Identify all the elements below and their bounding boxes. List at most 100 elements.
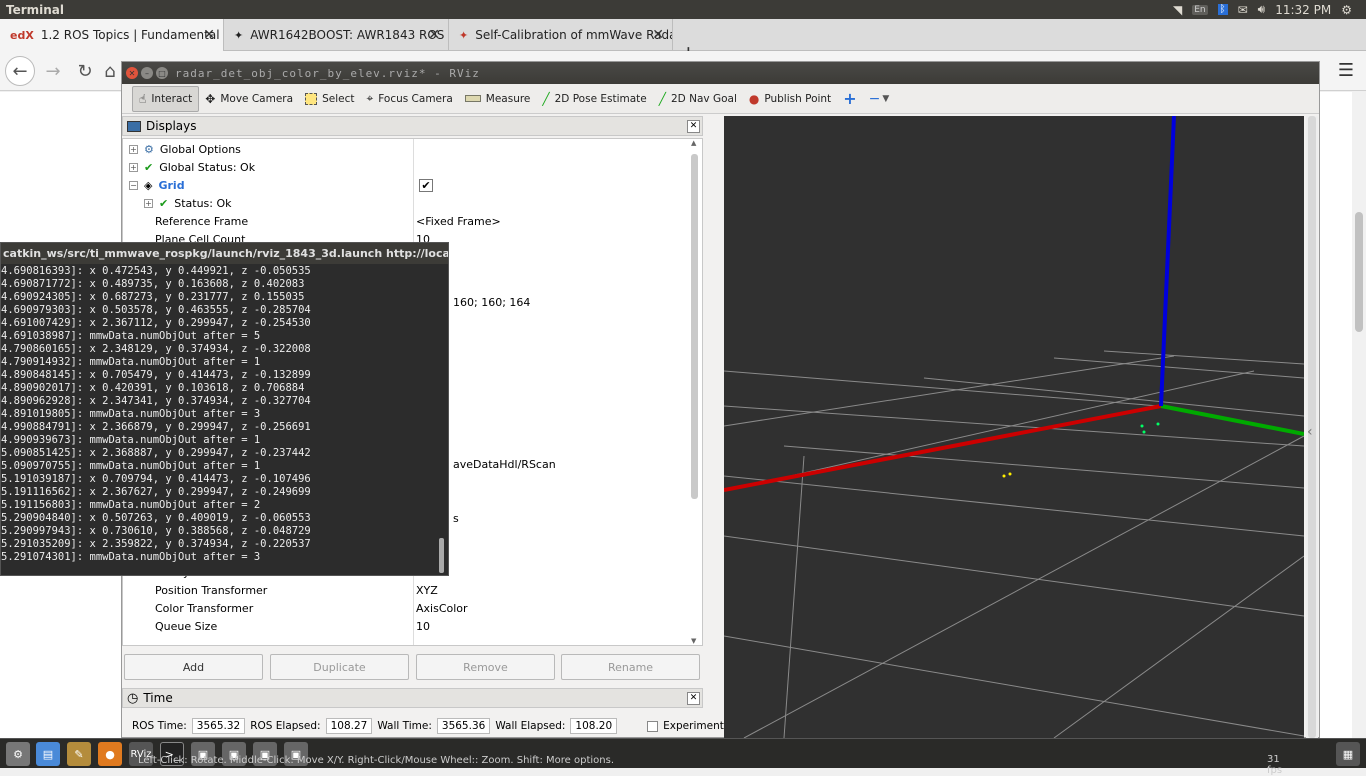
minimize-window-icon[interactable]: – <box>141 67 153 79</box>
add-tool-icon[interactable]: + <box>837 86 862 112</box>
rename-button[interactable]: Rename <box>561 654 700 680</box>
gear-icon: ⚙ <box>144 142 154 156</box>
terminal-line: 5.290904840]: x 0.507263, y 0.409019, z … <box>1 512 311 524</box>
check-icon: ✔ <box>144 160 154 174</box>
experimental-checkbox[interactable] <box>647 720 659 732</box>
system-top-bar: Terminal ◥ En ᛒ ✉ 🔊︎ 11:32 PM ⚙ <box>0 0 1366 19</box>
focus-camera-tool-button[interactable]: ⌖ Focus Camera <box>360 86 458 112</box>
terminal-line: 4.990884791]: x 2.366879, y 0.299947, z … <box>1 421 311 433</box>
system-settings-icon[interactable]: ⚙ <box>6 742 30 766</box>
expand-icon[interactable]: + <box>144 198 153 208</box>
ros-elapsed-field: 108.27 <box>325 718 373 734</box>
page-scrollbar[interactable] <box>1352 92 1366 738</box>
text-editor-icon[interactable]: ✎ <box>67 742 91 766</box>
terminal-line: 5.090970755]: mmwData.numObjOut after = … <box>1 460 261 472</box>
tree-row-position-transformer[interactable]: Position Transformer XYZ <box>123 581 693 599</box>
scroll-up-icon[interactable]: ▲ <box>691 139 696 147</box>
tree-scrollbar[interactable]: ▲ ▼ <box>690 139 700 645</box>
time-panel: ◷ Time ✕ ROS Time: 3565.32 ROS Elapsed: 10… <box>122 688 733 738</box>
3d-render-viewport[interactable]: ‹ <box>724 116 1304 738</box>
y-axis <box>1160 404 1304 436</box>
time-values-row: ROS Time: 3565.32 ROS Elapsed: 108.27 Wall… <box>132 718 734 734</box>
tree-row-global-status[interactable]: + ✔ Global Status: Ok <box>123 158 693 176</box>
tree-row-queue-size[interactable]: Queue Size 10 <box>123 617 693 635</box>
close-tab-icon[interactable]: ✕ <box>428 27 440 43</box>
reload-icon[interactable]: ↻ <box>70 56 100 86</box>
browser-tab-strip: edX 1.2 ROS Topics | Fundamental RO ✕ ✦ … <box>0 19 1366 65</box>
tree-row-global-options[interactable]: + ⚙ Global Options <box>123 140 693 158</box>
wall-elapsed-field: 108.20 <box>570 718 618 734</box>
2d-nav-goal-tool-button[interactable]: ╱ 2D Nav Goal <box>653 86 743 112</box>
keyboard-layout-indicator[interactable]: En <box>1192 4 1208 15</box>
terminal-line: 4.690816393]: x 0.472543, y 0.449921, z … <box>1 265 311 277</box>
close-panel-icon[interactable]: ✕ <box>687 119 700 133</box>
2d-pose-estimate-tool-button[interactable]: ╱ 2D Pose Estimate <box>536 86 652 112</box>
terminal-scrollbar[interactable] <box>439 538 444 573</box>
hand-cursor-icon: ☝ <box>139 91 147 106</box>
terminal-line: 4.890962928]: x 2.347341, y 0.374934, z … <box>1 395 311 407</box>
tree-row-color-transformer[interactable]: Color Transformer AxisColor <box>123 599 693 617</box>
terminal-title[interactable]: catkin_ws/src/ti_mmwave_rospkg/launch/rv… <box>1 243 448 264</box>
terminal-window[interactable]: catkin_ws/src/ti_mmwave_rospkg/launch/rv… <box>0 242 449 576</box>
close-tab-icon[interactable]: ✕ <box>203 27 215 43</box>
collapse-right-panel-icon[interactable]: ‹ <box>1307 424 1313 440</box>
bluetooth-icon[interactable]: ᛒ <box>1217 4 1228 15</box>
expand-icon[interactable]: + <box>129 144 138 154</box>
select-tool-button[interactable]: Select <box>299 86 360 112</box>
back-button-icon[interactable]: ← <box>5 56 35 86</box>
close-window-icon[interactable]: ✕ <box>126 67 138 79</box>
tab-awr1642boost[interactable]: ✦ AWR1642BOOST: AWR1843 ROS ✕ <box>224 19 449 51</box>
remove-button[interactable]: Remove <box>416 654 555 680</box>
terminal-line: 4.690924305]: x 0.687273, y 0.231777, z … <box>1 291 305 303</box>
terminal-line: 4.691007429]: x 2.367112, y 0.299947, z … <box>1 317 311 329</box>
add-button[interactable]: Add <box>124 654 263 680</box>
tab-label: AWR1642BOOST: AWR1843 ROS <box>250 28 445 42</box>
show-desktop-icon[interactable]: ▦ <box>1336 742 1360 766</box>
wifi-icon[interactable]: ◥ <box>1173 3 1182 17</box>
duplicate-button[interactable]: Duplicate <box>270 654 409 680</box>
forward-button-icon[interactable]: → <box>38 56 68 86</box>
scrollbar-thumb[interactable] <box>1355 212 1363 332</box>
mail-icon[interactable]: ✉ <box>1238 3 1248 17</box>
interact-tool-button[interactable]: ☝ Interact <box>132 85 200 112</box>
volume-icon[interactable]: 🔊︎ <box>1258 2 1266 17</box>
terminal-line: 4.890848145]: x 0.705479, y 0.414473, z … <box>1 369 311 381</box>
scroll-down-icon[interactable]: ▼ <box>691 637 696 645</box>
maximize-window-icon[interactable]: □ <box>156 67 168 79</box>
terminal-line: 4.790914932]: mmwData.numObjOut after = … <box>1 356 261 368</box>
publish-point-tool-button[interactable]: ● Publish Point <box>743 86 837 112</box>
grid-scene <box>724 116 1304 738</box>
terminal-line: 4.890902017]: x 0.420391, y 0.103618, z … <box>1 382 305 394</box>
rviz-title-bar[interactable]: ✕ – □ radar_det_obj_color_by_elev.rviz* … <box>122 62 1319 84</box>
tree-row-grid[interactable]: − ◈ Grid ✔ <box>123 176 693 194</box>
terminal-output[interactable]: 4.690816393]: x 0.472543, y 0.449921, z … <box>1 264 448 575</box>
tree-row-reference-frame[interactable]: Reference Frame <Fixed Frame> <box>123 212 693 230</box>
grid-enabled-checkbox[interactable]: ✔ <box>419 178 433 192</box>
remove-tool-dropdown-icon[interactable]: − ▼ <box>863 86 896 112</box>
collapse-icon[interactable]: − <box>129 180 138 190</box>
clock[interactable]: 11:32 PM <box>1275 3 1331 17</box>
close-panel-icon[interactable]: ✕ <box>687 691 700 705</box>
expand-icon[interactable]: + <box>129 162 138 172</box>
ros-time-field: 3565.32 <box>191 718 246 734</box>
crosshair-icon: ⌖ <box>366 91 374 105</box>
radar-point <box>1140 424 1144 428</box>
x-axis <box>724 404 1162 492</box>
tab-edx[interactable]: edX 1.2 ROS Topics | Fundamental RO ✕ <box>0 19 224 51</box>
browser-menu-icon[interactable]: ☰ <box>1338 60 1354 81</box>
tree-row-status-ok[interactable]: + ✔ Status: Ok <box>123 194 693 212</box>
measure-tool-button[interactable]: Measure <box>459 86 537 112</box>
grid-icon: ◈ <box>144 178 153 192</box>
rviz-toolbar: ☝ Interact ✥ Move Camera Select ⌖ Focus Cam… <box>122 84 1319 114</box>
home-icon[interactable]: ⌂ <box>100 56 120 86</box>
tab-self-calibration[interactable]: ✦ Self-Calibration of mmWave Rada ✕ <box>449 19 673 51</box>
close-tab-icon[interactable]: ✕ <box>652 27 664 43</box>
move-camera-tool-button[interactable]: ✥ Move Camera <box>199 86 299 112</box>
files-icon[interactable]: ▤ <box>36 742 60 766</box>
firefox-icon[interactable]: ● <box>98 742 122 766</box>
displays-button-row: Add Duplicate Remove Rename <box>124 654 702 680</box>
scrollbar-thumb[interactable] <box>691 154 698 499</box>
move-arrows-icon: ✥ <box>205 91 216 106</box>
power-icon[interactable]: ⚙ <box>1341 3 1352 17</box>
ruler-icon <box>464 95 481 102</box>
